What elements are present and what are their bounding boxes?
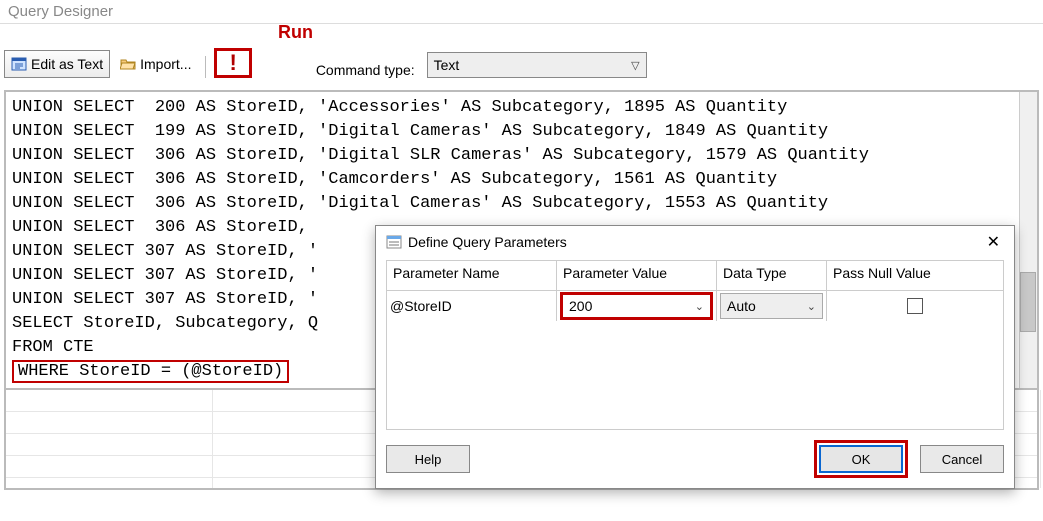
sql-line: UNION SELECT 306 AS StoreID, 'Camcorders… — [12, 170, 777, 189]
param-type-select[interactable]: Auto ⌄ — [720, 293, 823, 319]
ok-button[interactable]: OK — [819, 445, 903, 473]
chevron-down-icon: ▽ — [631, 59, 639, 72]
edit-as-text-label: Edit as Text — [31, 56, 103, 72]
col-header-data-type[interactable]: Data Type — [717, 261, 827, 291]
sql-where-highlight: WHERE StoreID = (@StoreID) — [12, 360, 289, 383]
vertical-scrollbar[interactable] — [1019, 92, 1037, 388]
sql-line: UNION SELECT 306 AS StoreID, 'Digital SL… — [12, 146, 869, 165]
col-header-pass-null[interactable]: Pass Null Value — [827, 261, 1003, 291]
sql-line: UNION SELECT 199 AS StoreID, 'Digital Ca… — [12, 122, 828, 141]
toolbar: Run Edit as Text Import... ! Command typ… — [0, 24, 1043, 84]
sql-line: UNION SELECT 306 AS StoreID, — [12, 218, 318, 237]
sql-line: UNION SELECT 307 AS StoreID, ' — [12, 242, 318, 261]
run-exclamation-icon: ! — [229, 50, 236, 76]
pass-null-checkbox[interactable] — [907, 298, 923, 314]
define-query-parameters-dialog: Define Query Parameters ✕ Parameter Name… — [375, 225, 1015, 489]
import-label: Import... — [140, 56, 191, 72]
sql-line: UNION SELECT 200 AS StoreID, 'Accessorie… — [12, 98, 787, 117]
folder-open-icon — [120, 56, 136, 72]
chevron-down-icon: ⌄ — [695, 300, 704, 313]
parameters-icon — [386, 234, 402, 250]
dialog-close-button[interactable]: ✕ — [983, 232, 1004, 252]
edit-text-icon — [11, 56, 27, 72]
command-type-select[interactable]: Text ▽ — [427, 52, 647, 78]
dialog-titlebar[interactable]: Define Query Parameters ✕ — [376, 226, 1014, 258]
toolbar-separator — [205, 56, 206, 78]
help-button[interactable]: Help — [386, 445, 470, 473]
sql-line: FROM CTE — [12, 338, 94, 357]
sql-line: UNION SELECT 307 AS StoreID, ' — [12, 290, 318, 309]
run-annotation: Run — [278, 22, 313, 43]
sql-line: SELECT StoreID, Subcategory, Q — [12, 314, 318, 333]
command-type-value: Text — [434, 57, 460, 73]
import-button[interactable]: Import... — [114, 50, 197, 78]
cancel-button[interactable]: Cancel — [920, 445, 1004, 473]
dialog-title: Define Query Parameters — [408, 234, 567, 250]
sql-line: UNION SELECT 307 AS StoreID, ' — [12, 266, 318, 285]
param-type-text: Auto — [727, 298, 756, 314]
col-header-parameter-value[interactable]: Parameter Value — [557, 261, 717, 291]
param-value-input[interactable]: 200 ⌄ — [560, 292, 713, 320]
sql-line: UNION SELECT 306 AS StoreID, 'Digital Ca… — [12, 194, 828, 213]
col-header-parameter-name[interactable]: Parameter Name — [387, 261, 557, 291]
window-title: Query Designer — [0, 0, 1043, 24]
param-value-text: 200 — [569, 298, 592, 314]
param-name-cell: @StoreID — [387, 291, 557, 321]
edit-as-text-button[interactable]: Edit as Text — [4, 50, 110, 78]
command-type-label: Command type: — [316, 62, 415, 78]
chevron-down-icon: ⌄ — [807, 300, 816, 313]
run-button[interactable]: ! — [214, 48, 251, 78]
scrollbar-thumb[interactable] — [1020, 272, 1036, 332]
parameters-grid: Parameter Name Parameter Value Data Type… — [386, 260, 1004, 430]
